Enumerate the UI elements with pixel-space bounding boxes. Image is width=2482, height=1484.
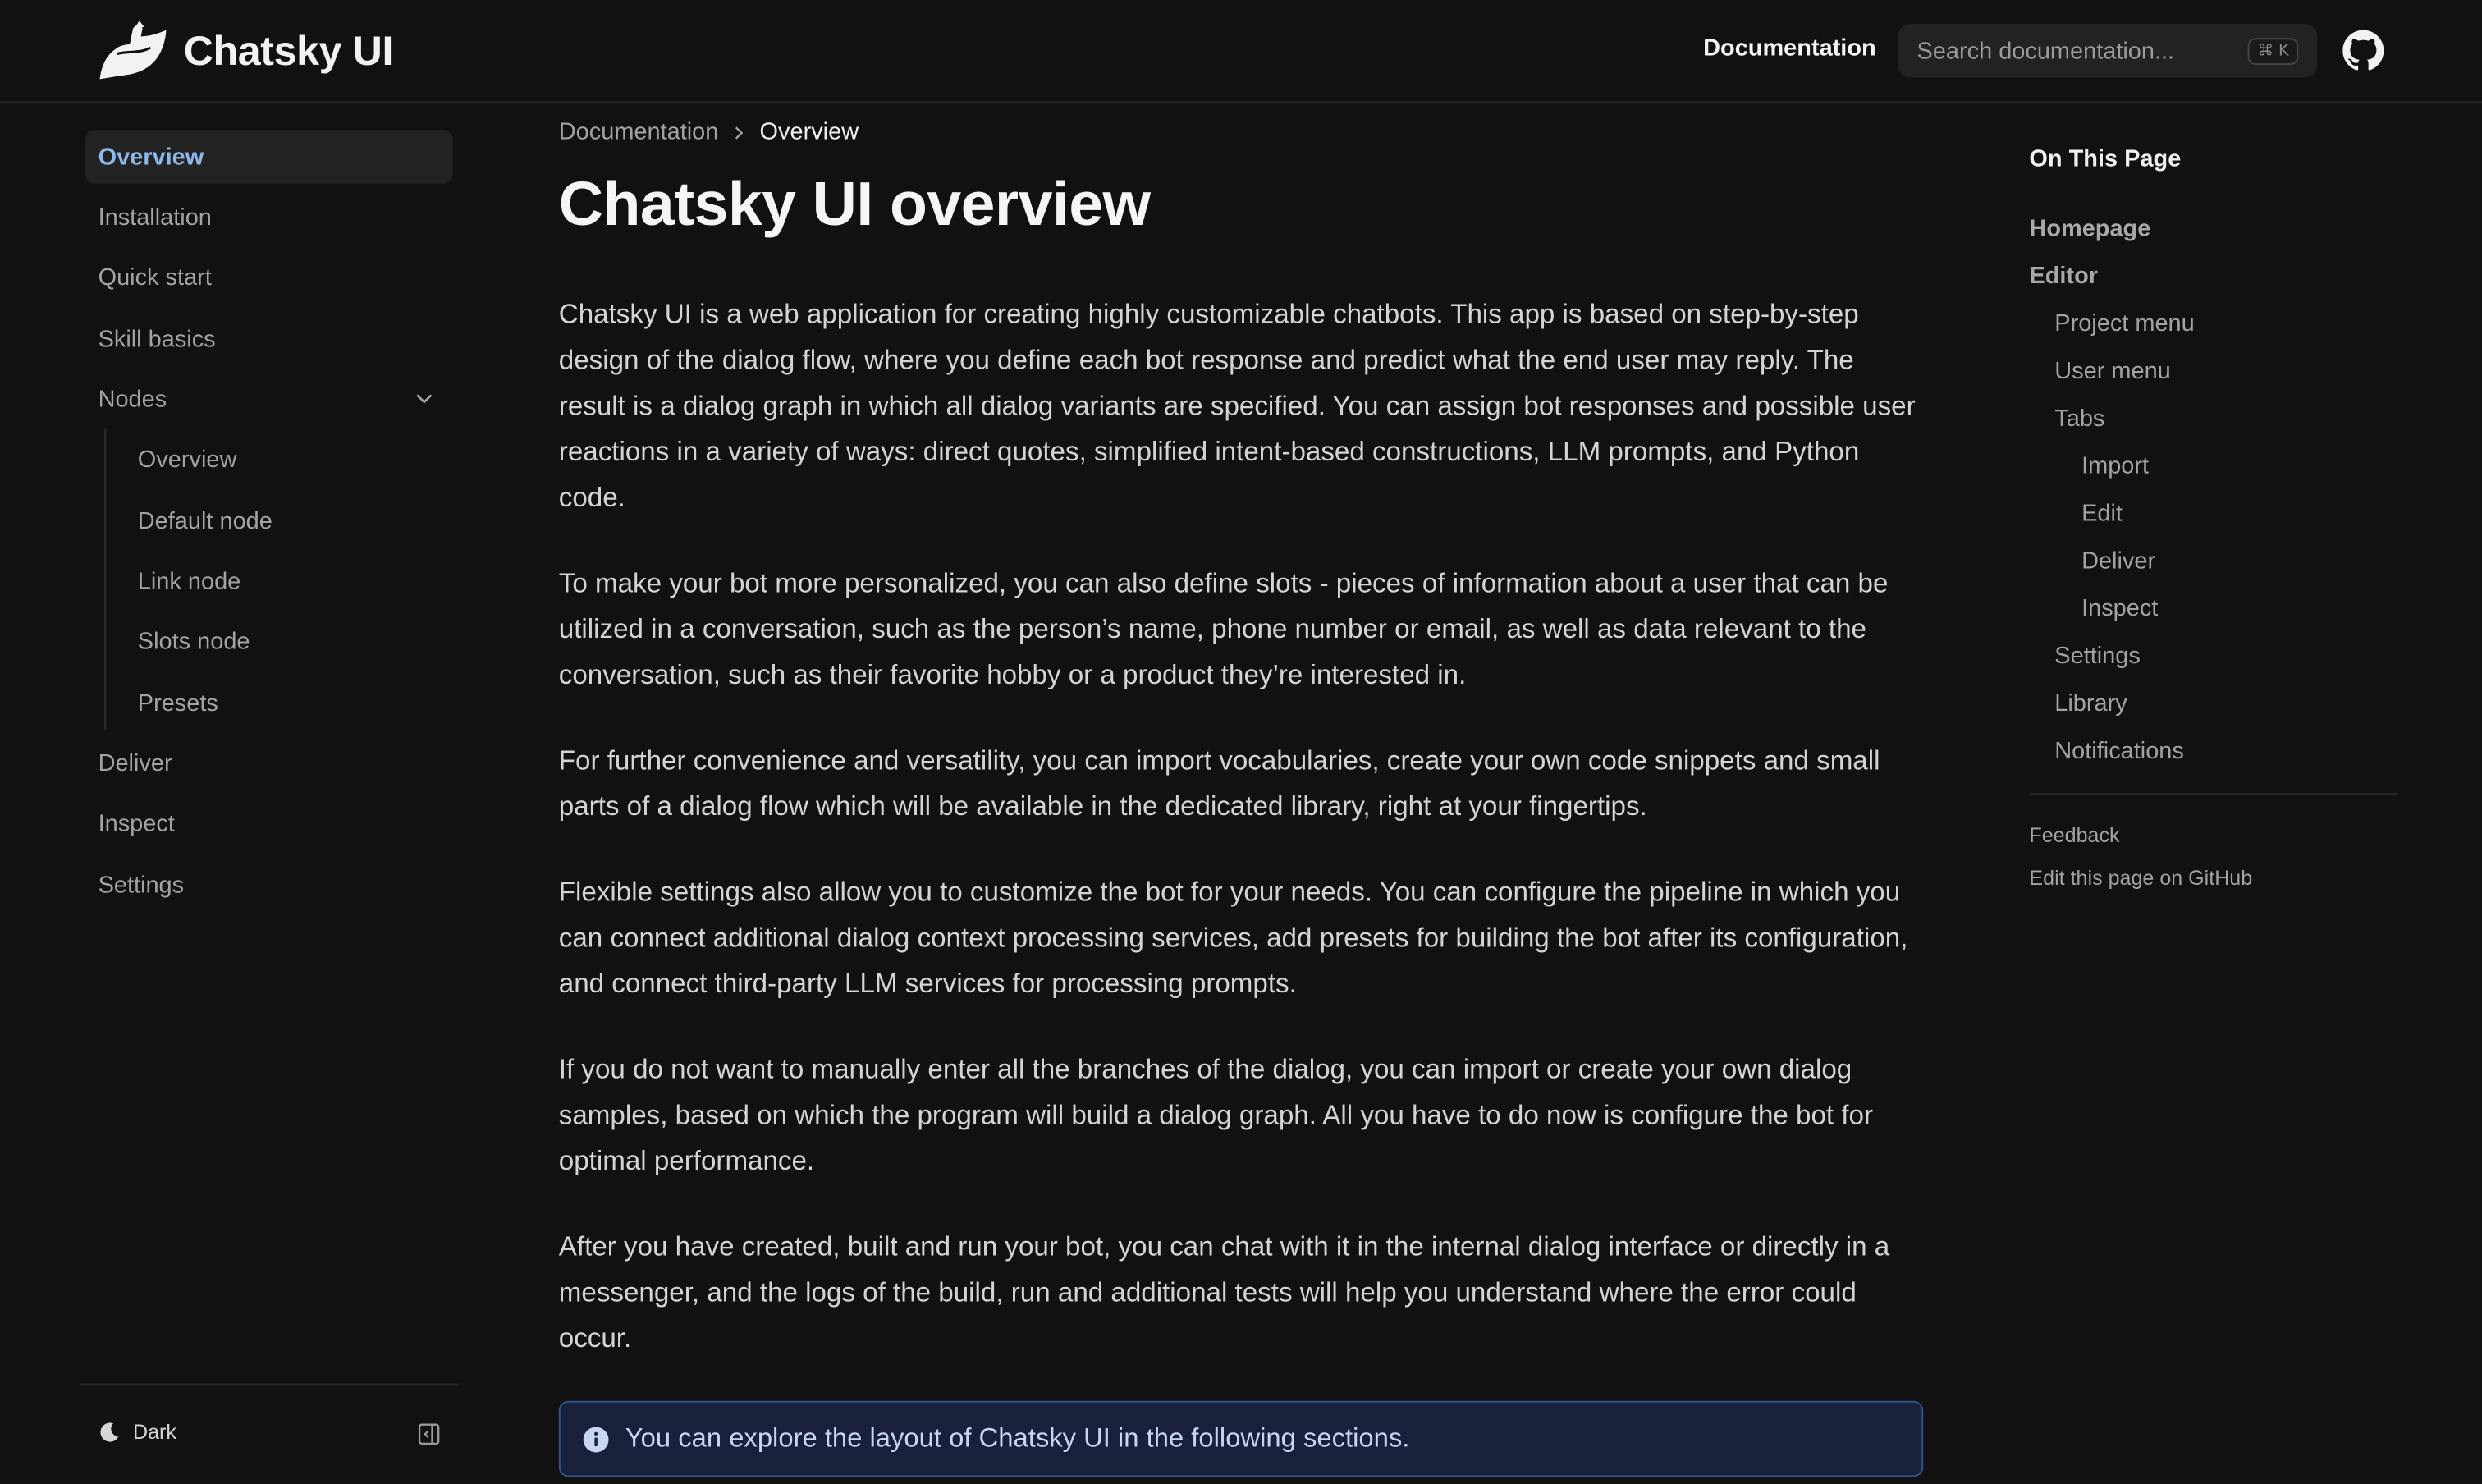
chatsky-logo-icon: [99, 21, 167, 80]
collapse-sidebar-icon[interactable]: [418, 1423, 440, 1445]
toc-link-inspect[interactable]: Inspect: [2081, 595, 2158, 622]
toc-title: On This Page: [2029, 145, 2182, 173]
toc-link-homepage[interactable]: Homepage: [2029, 215, 2150, 242]
sidebar-item-inspect[interactable]: Inspect: [85, 796, 452, 850]
sidebar-footer: Dark: [79, 1383, 460, 1483]
paragraph: Chatsky UI is a web application for crea…: [558, 297, 1916, 513]
page-title: Chatsky UI overview: [558, 171, 1151, 240]
search-shortcut-badge: ⌘ K: [2248, 37, 2299, 65]
docs-page: Chatsky UI Documentation Search document…: [0, 0, 2482, 1484]
chevron-right-icon: [735, 126, 743, 139]
sidebar-subitem-default-node[interactable]: Default node: [138, 494, 272, 548]
breadcrumb: Documentation Overview: [559, 119, 859, 146]
toc-link-project-menu[interactable]: Project menu: [2054, 310, 2194, 337]
nav-documentation-link[interactable]: Documentation: [1703, 34, 1876, 62]
breadcrumb-documentation-link[interactable]: Documentation: [559, 119, 719, 146]
paragraph: Flexible settings also allow you to cust…: [558, 875, 1908, 999]
toc-link-edit[interactable]: Edit: [2081, 500, 2123, 527]
sidebar-item-overview[interactable]: Overview: [85, 130, 453, 184]
github-icon[interactable]: [2342, 30, 2384, 71]
breadcrumb-current: Overview: [759, 118, 859, 146]
toc-link-tabs[interactable]: Tabs: [2054, 405, 2104, 433]
sidebar-subitem-slots-node[interactable]: Slots node: [138, 614, 250, 668]
sidebar-nav: Overview Installation Quick start Skill …: [79, 103, 460, 1483]
toc-link-user-menu[interactable]: User menu: [2054, 358, 2170, 385]
moon-icon: [100, 1422, 119, 1441]
toc-link-import[interactable]: Import: [2081, 453, 2149, 480]
sidebar-subitem-nodes-overview[interactable]: Overview: [138, 432, 237, 486]
paragraph: To make your bot more personalized, you …: [558, 566, 1889, 690]
sidebar-item-nodes[interactable]: Nodes: [85, 372, 452, 426]
sidebar-item-nodes-label: Nodes: [98, 385, 167, 413]
nodes-submenu-guide-line: [104, 428, 107, 731]
toc-link-notifications[interactable]: Notifications: [2054, 738, 2184, 765]
feedback-link[interactable]: Feedback: [2029, 823, 2119, 847]
brand-logo[interactable]: Chatsky UI: [98, 19, 393, 82]
paragraph: If you do not want to manually enter all…: [558, 1052, 1874, 1176]
sidebar-subitem-presets[interactable]: Presets: [138, 676, 218, 730]
toc-divider: [2029, 793, 2398, 795]
sidebar-subitem-link-node[interactable]: Link node: [138, 554, 240, 608]
theme-label: Dark: [132, 1419, 176, 1444]
info-icon: [583, 1426, 609, 1452]
theme-toggle-button[interactable]: Dark: [98, 1420, 176, 1444]
info-callout: You can explore the layout of Chatsky UI…: [558, 1400, 1924, 1477]
toc-link-library[interactable]: Library: [2054, 690, 2127, 717]
sidebar-item-installation[interactable]: Installation: [85, 190, 452, 244]
toc-link-deliver[interactable]: Deliver: [2081, 547, 2155, 575]
paragraph: For further convenience and versatility,…: [558, 744, 1880, 822]
top-header: Chatsky UI Documentation Search document…: [0, 0, 2482, 103]
sidebar-item-skill-basics[interactable]: Skill basics: [85, 312, 452, 366]
callout-text: You can explore the layout of Chatsky UI…: [625, 1422, 1410, 1454]
sidebar-item-quick-start[interactable]: Quick start: [85, 250, 452, 305]
sidebar-item-deliver[interactable]: Deliver: [85, 736, 452, 790]
sidebar-item-settings[interactable]: Settings: [85, 858, 452, 912]
toc-link-settings[interactable]: Settings: [2054, 643, 2141, 670]
search-placeholder: Search documentation...: [1916, 37, 2175, 65]
search-input[interactable]: Search documentation... ⌘ K: [1898, 23, 2318, 78]
edit-on-github-link[interactable]: Edit this page on GitHub: [2029, 866, 2252, 890]
article-body: Chatsky UI is a web application for crea…: [559, 291, 1926, 1401]
paragraph: After you have created, built and run yo…: [558, 1230, 1890, 1353]
toc-link-editor[interactable]: Editor: [2029, 263, 2098, 290]
brand-name: Chatsky UI: [183, 25, 394, 74]
chevron-down-icon[interactable]: [414, 389, 433, 408]
